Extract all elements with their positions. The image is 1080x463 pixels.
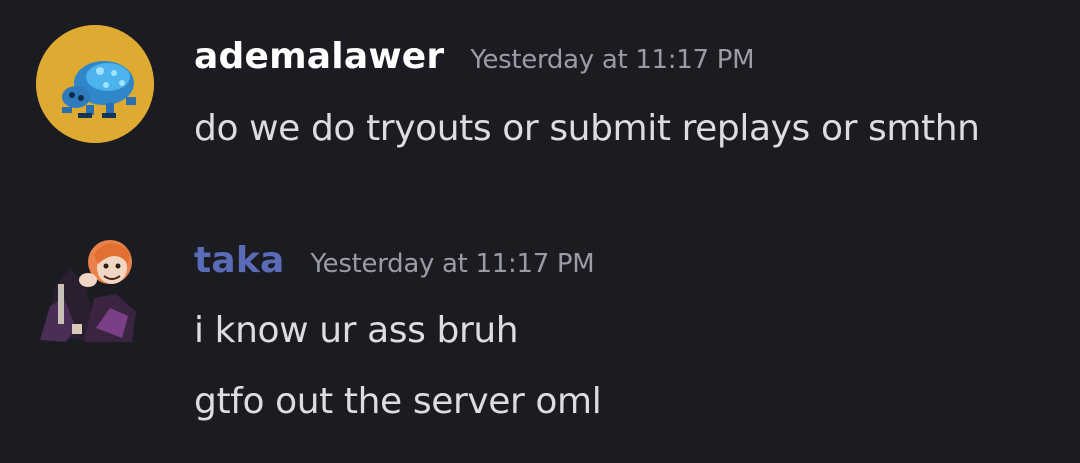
- blue-bug-avatar-icon: [36, 25, 154, 143]
- timestamp: Yesterday at 11:17 PM: [310, 249, 595, 279]
- timestamp: Yesterday at 11:17 PM: [470, 45, 755, 75]
- message-item: ademalawer Yesterday at 11:17 PM do we d…: [0, 0, 1080, 190]
- message-header: ademalawer Yesterday at 11:17 PM: [194, 36, 755, 77]
- username[interactable]: taka: [194, 240, 285, 281]
- avatar[interactable]: [36, 25, 154, 143]
- avatar[interactable]: [36, 228, 154, 346]
- username[interactable]: ademalawer: [194, 36, 444, 77]
- anime-character-avatar-icon: [40, 229, 136, 342]
- message-text: do we do tryouts or submit replays or sm…: [194, 108, 980, 149]
- message-text: gtfo out the server oml: [194, 381, 602, 422]
- message-text: i know ur ass bruh: [194, 310, 519, 351]
- message-header: taka Yesterday at 11:17 PM: [194, 240, 595, 281]
- message-item: taka Yesterday at 11:17 PM i know ur ass…: [0, 190, 1080, 463]
